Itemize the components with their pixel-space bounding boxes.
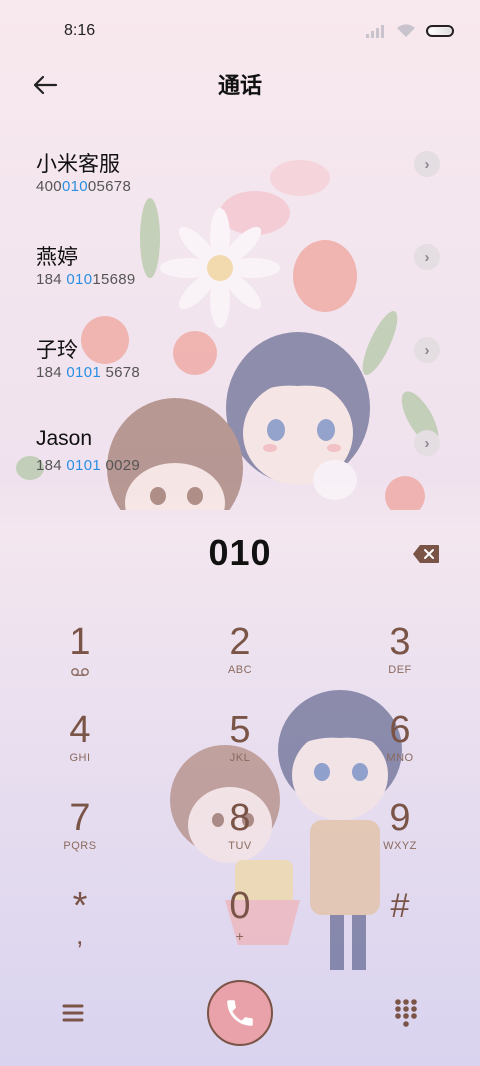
contact-item[interactable]: 子玲 184 0101 5678 › — [0, 304, 480, 397]
contact-name: 燕婷 — [36, 246, 78, 269]
dialer-bottom-bar — [0, 978, 480, 1048]
dialer-panel: 010 1 2 ABC 3 DEF 4 GHI 5 JKL 6 MNO 7 PQ… — [0, 510, 480, 1066]
status-icons — [366, 24, 454, 38]
key-2[interactable]: 2 ABC — [180, 620, 300, 700]
voicemail-icon — [71, 668, 89, 676]
key-7[interactable]: 7 PQRS — [20, 796, 140, 876]
key-0[interactable]: 0 + — [180, 884, 300, 964]
contact-item[interactable]: 燕婷 184 01015689 › — [0, 211, 480, 304]
contact-number: 40001005678 — [36, 178, 132, 195]
contact-results: 小米客服 40001005678 › 燕婷 184 01015689 › 子玲 … — [0, 118, 480, 510]
app-header: 通话 — [0, 62, 480, 106]
contact-name: Jason — [36, 427, 93, 450]
dialpad-icon[interactable] — [394, 998, 418, 1028]
contact-item[interactable]: Jason 184 0101 0029 › — [0, 397, 480, 490]
contact-name: 子玲 — [36, 339, 78, 362]
signal-icon — [366, 24, 386, 38]
key-9[interactable]: 9 WXYZ — [340, 796, 460, 876]
dialed-number: 010 — [208, 532, 272, 573]
key-4[interactable]: 4 GHI — [20, 708, 140, 788]
contact-number: 184 0101 5678 — [36, 364, 141, 381]
key-3[interactable]: 3 DEF — [340, 620, 460, 700]
key-hash[interactable]: # — [340, 884, 460, 964]
key-1[interactable]: 1 — [20, 620, 140, 700]
status-bar: 8:16 — [0, 0, 480, 62]
backspace-icon[interactable] — [412, 544, 440, 564]
contact-number: 184 01015689 — [36, 271, 136, 288]
battery-icon — [426, 25, 454, 37]
chevron-right-icon[interactable]: › — [414, 244, 440, 270]
page-title: 通话 — [217, 73, 262, 98]
contact-item[interactable]: 小米客服 40001005678 › — [0, 118, 480, 211]
chevron-right-icon[interactable]: › — [414, 337, 440, 363]
hamburger-menu-icon[interactable] — [60, 1000, 86, 1026]
key-5[interactable]: 5 JKL — [180, 708, 300, 788]
wifi-icon — [397, 24, 415, 37]
chevron-right-icon[interactable]: › — [414, 151, 440, 177]
contact-name: 小米客服 — [36, 153, 120, 176]
status-time: 8:16 — [64, 22, 96, 39]
key-8[interactable]: 8 TUV — [180, 796, 300, 876]
key-6[interactable]: 6 MNO — [340, 708, 460, 788]
chevron-right-icon[interactable]: › — [414, 430, 440, 456]
contact-number: 184 0101 0029 — [36, 457, 141, 474]
key-star[interactable]: * , — [20, 884, 140, 964]
phone-icon — [227, 1000, 253, 1026]
call-button[interactable] — [207, 980, 273, 1046]
